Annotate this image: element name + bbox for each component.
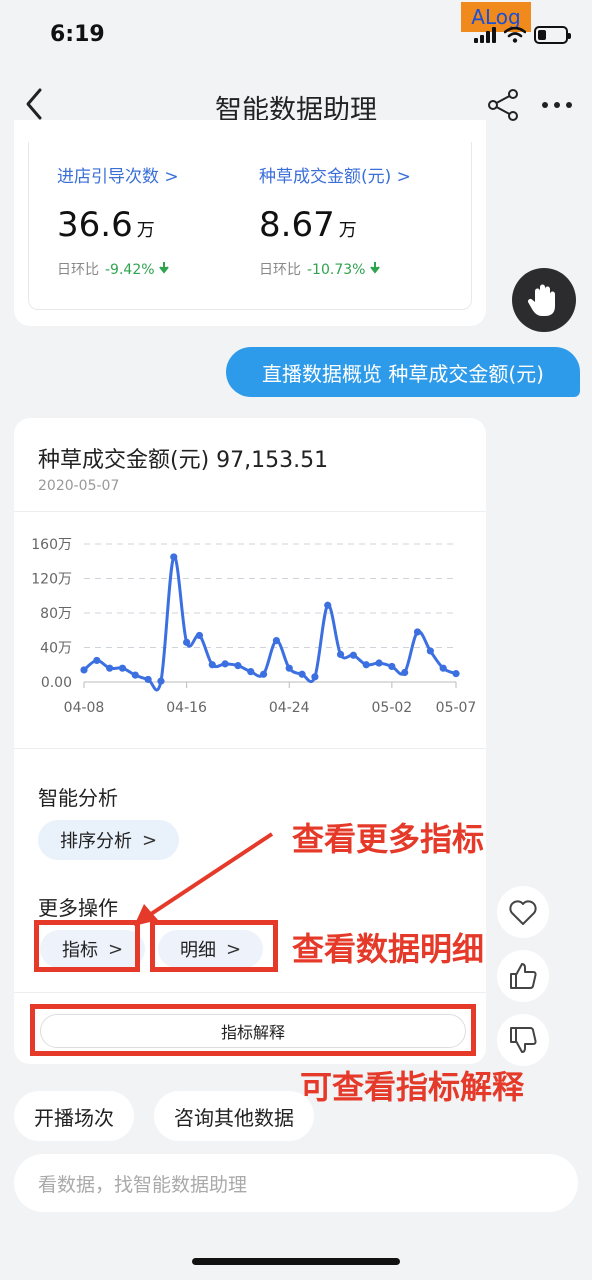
annotation-more-metrics: 查看更多指标 (292, 820, 485, 858)
arrow-down-icon (370, 262, 380, 274)
data-point[interactable] (80, 666, 88, 674)
data-point[interactable] (247, 668, 255, 676)
metric-label: 种草成交金额(元) > (259, 167, 411, 187)
data-point[interactable] (93, 656, 101, 665)
divider (14, 748, 486, 749)
data-point[interactable] (413, 628, 422, 636)
metrics-box: 进店引导次数 > 36.6 万 日环比 -9.42% 种草成交金额(元) > 8.6… (28, 142, 472, 310)
x-tick-label: 05-02 (372, 700, 413, 716)
divider (14, 511, 486, 512)
metric-label: 进店引导次数 > (57, 167, 179, 187)
x-tick-label: 04-16 (166, 700, 207, 716)
data-point[interactable] (439, 664, 447, 672)
x-tick-label: 04-08 (64, 700, 105, 716)
annotation-data-detail: 查看数据明细 (292, 930, 485, 968)
heart-icon (509, 900, 537, 925)
data-point[interactable] (362, 661, 370, 669)
thumbs-up-icon (510, 963, 537, 989)
more-ops-title: 更多操作 (38, 896, 118, 920)
metrics-card: 进店引导次数 > 36.6 万 日环比 -9.42% 种草成交金额(元) > 8.6… (14, 120, 486, 326)
annotation-arrow-icon (134, 832, 274, 926)
thumbs-down-icon (510, 1027, 537, 1053)
more-icon[interactable] (540, 96, 574, 114)
metric-store-visits[interactable]: 进店引导次数 > 36.6 万 日环比 -9.42% (57, 162, 257, 279)
data-point[interactable] (401, 668, 409, 677)
status-time: 6:19 (50, 22, 105, 47)
data-point[interactable] (375, 659, 383, 667)
status-icons (474, 26, 571, 44)
battery-icon (534, 26, 571, 44)
data-point[interactable] (311, 673, 319, 681)
signal-icon (474, 27, 496, 43)
x-tick-label: 04-24 (269, 700, 310, 716)
data-point[interactable] (336, 650, 345, 658)
favorite-button[interactable] (497, 886, 549, 938)
chip-other-data[interactable]: 咨询其他数据 (154, 1091, 314, 1141)
data-point[interactable] (324, 601, 332, 609)
analysis-title: 智能分析 (38, 786, 118, 810)
data-point[interactable] (208, 661, 216, 669)
data-point[interactable] (157, 677, 165, 685)
data-point[interactable] (234, 662, 242, 670)
data-point[interactable] (131, 671, 139, 679)
divider (14, 992, 486, 993)
y-tick-label: 80万 (40, 606, 72, 622)
line-chart[interactable]: 0.00 40万 80万 120万 160万 04-08 04-16 04-24 05-02 05… (14, 518, 486, 738)
data-point[interactable] (170, 553, 178, 561)
y-tick-label: 40万 (40, 641, 72, 657)
chart-title: 种草成交金额(元) 97,153.51 (38, 448, 329, 473)
y-tick-label: 0.00 (41, 675, 72, 691)
message-input[interactable]: 看数据，找智能数据助理 (14, 1154, 578, 1212)
data-point[interactable] (144, 675, 152, 684)
hand-stop-icon (527, 284, 555, 316)
data-point[interactable] (285, 664, 293, 672)
data-point[interactable] (118, 664, 127, 672)
home-indicator (192, 1258, 400, 1265)
annotation-explain: 可查看指标解释 (300, 1068, 525, 1106)
data-point[interactable] (272, 637, 281, 645)
metric-change: 日环比 -10.73% (259, 259, 459, 279)
data-point[interactable] (298, 670, 306, 678)
data-point[interactable] (259, 670, 268, 678)
data-point[interactable] (349, 651, 357, 659)
stop-button[interactable] (512, 268, 576, 332)
series-line (83, 555, 457, 692)
metric-grass-sales[interactable]: 种草成交金额(元) > 8.67 万 日环比 -10.73% (259, 162, 459, 279)
x-tick-label: 05-07 (436, 700, 477, 716)
data-point[interactable] (221, 660, 229, 668)
data-point[interactable] (183, 638, 191, 646)
annotation-box-explain (30, 1004, 476, 1056)
arrow-down-icon (159, 262, 169, 274)
status-bar: 6:19 ALog (0, 0, 592, 70)
data-point[interactable] (452, 670, 460, 678)
y-tick-label: 160万 (31, 537, 72, 553)
data-point[interactable] (426, 647, 434, 655)
share-icon[interactable] (486, 88, 520, 122)
y-tick-label: 120万 (31, 572, 72, 588)
data-point[interactable] (106, 664, 114, 672)
chip-live-sessions[interactable]: 开播场次 (14, 1091, 134, 1141)
metric-value: 8.67 万 (259, 205, 357, 245)
chart-date: 2020-05-07 (38, 478, 120, 494)
metric-change: 日环比 -9.42% (57, 259, 257, 279)
wifi-icon (504, 27, 526, 43)
metric-value: 36.6 万 (57, 205, 155, 245)
dislike-button[interactable] (497, 1014, 549, 1066)
data-point[interactable] (388, 662, 396, 671)
data-point[interactable] (195, 631, 204, 640)
user-message-bubble: 直播数据概览 种草成交金额(元) (226, 347, 580, 397)
like-button[interactable] (497, 950, 549, 1002)
